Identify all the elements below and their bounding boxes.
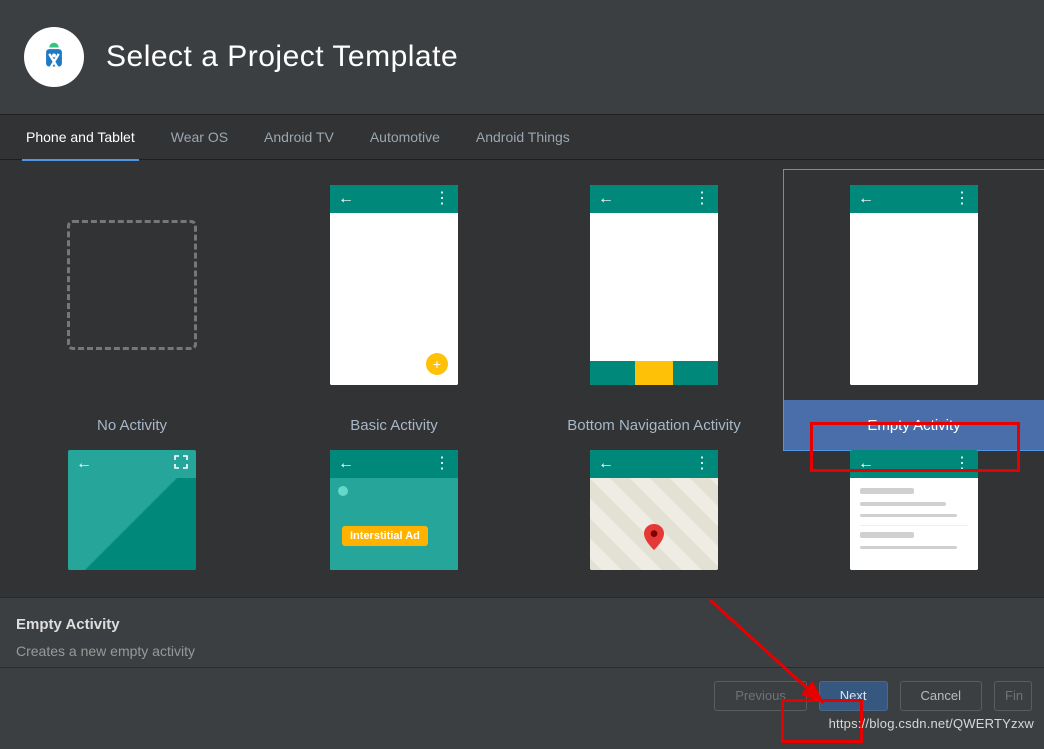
appbar: ← bbox=[68, 450, 196, 478]
template-gallery: No Activity ← ⋮ + Basic Activity bbox=[0, 160, 1044, 597]
phone-preview: ← bbox=[68, 450, 196, 570]
button-label: Next bbox=[840, 688, 867, 703]
template-thumb: ← ⋮ Interstitial Ad bbox=[264, 450, 524, 597]
template-fullscreen-activity[interactable]: ← bbox=[0, 450, 264, 597]
tab-label: Wear OS bbox=[171, 129, 228, 145]
appbar: ← ⋮ bbox=[850, 185, 978, 213]
description-subtitle: Creates a new empty activity bbox=[16, 643, 1028, 659]
back-arrow-icon: ← bbox=[598, 191, 614, 207]
tab-automotive[interactable]: Automotive bbox=[368, 114, 442, 160]
tab-wear-os[interactable]: Wear OS bbox=[169, 114, 230, 160]
template-empty-activity[interactable]: ← ⋮ Empty Activity bbox=[784, 170, 1044, 450]
finish-button[interactable]: Fin bbox=[994, 681, 1032, 711]
template-no-activity[interactable]: No Activity bbox=[0, 170, 264, 450]
description-title: Empty Activity bbox=[16, 616, 1028, 633]
template-thumb bbox=[0, 170, 264, 400]
overflow-icon: ⋮ bbox=[694, 191, 710, 207]
bottom-nav-bar bbox=[590, 361, 718, 385]
appbar: ← ⋮ bbox=[330, 185, 458, 213]
wizard-footer: Previous Next Cancel Fin bbox=[0, 667, 1044, 723]
tab-label: Android Things bbox=[476, 129, 570, 145]
phone-preview: ← ⋮ bbox=[590, 185, 718, 385]
template-caption: Basic Activity bbox=[264, 400, 524, 450]
template-admob-ads-activity[interactable]: ← ⋮ Interstitial Ad bbox=[264, 450, 524, 597]
phone-preview: ← ⋮ bbox=[850, 185, 978, 385]
back-arrow-icon: ← bbox=[338, 456, 354, 472]
tab-phone-tablet[interactable]: Phone and Tablet bbox=[24, 114, 137, 160]
map-pin-icon bbox=[644, 524, 664, 550]
template-thumb: ← ⋮ bbox=[524, 450, 784, 597]
appbar: ← ⋮ bbox=[330, 450, 458, 478]
page-title: Select a Project Template bbox=[106, 40, 458, 74]
template-thumb: ← ⋮ + bbox=[264, 170, 524, 400]
template-caption: Empty Activity bbox=[784, 400, 1044, 450]
template-thumb: ← bbox=[0, 450, 264, 597]
button-label: Fin bbox=[1005, 688, 1023, 703]
overflow-icon: ⋮ bbox=[434, 456, 450, 472]
fab-icon: + bbox=[426, 353, 448, 375]
back-arrow-icon: ← bbox=[338, 191, 354, 207]
appbar: ← ⋮ bbox=[850, 450, 978, 478]
template-basic-activity[interactable]: ← ⋮ + Basic Activity bbox=[264, 170, 524, 450]
next-button[interactable]: Next bbox=[819, 681, 888, 711]
android-studio-icon bbox=[35, 38, 73, 76]
template-thumb: ← ⋮ bbox=[784, 450, 1044, 597]
overflow-icon: ⋮ bbox=[954, 191, 970, 207]
phone-preview: ← ⋮ bbox=[590, 450, 718, 570]
back-arrow-icon: ← bbox=[76, 456, 92, 472]
overflow-icon: ⋮ bbox=[954, 456, 970, 472]
dashed-placeholder-icon bbox=[67, 220, 197, 350]
button-label: Previous bbox=[735, 688, 786, 703]
previous-button[interactable]: Previous bbox=[714, 681, 807, 711]
phone-preview: ← ⋮ + bbox=[330, 185, 458, 385]
button-label: Cancel bbox=[921, 688, 961, 703]
template-description: Empty Activity Creates a new empty activ… bbox=[0, 597, 1044, 667]
tab-android-tv[interactable]: Android TV bbox=[262, 114, 336, 160]
status-dot-icon bbox=[338, 486, 348, 496]
phone-preview: ← ⋮ Interstitial Ad bbox=[330, 450, 458, 570]
template-google-maps-activity[interactable]: ← ⋮ bbox=[524, 450, 784, 597]
template-thumb: ← ⋮ bbox=[524, 170, 784, 400]
template-thumb: ← ⋮ bbox=[784, 170, 1044, 400]
tab-label: Phone and Tablet bbox=[26, 129, 135, 145]
watermark: https://blog.csdn.net/QWERTYzxw bbox=[829, 716, 1034, 731]
tab-label: Android TV bbox=[264, 129, 334, 145]
tab-android-things[interactable]: Android Things bbox=[474, 114, 572, 160]
phone-preview: ← ⋮ bbox=[850, 450, 978, 570]
template-primary-detail-activity[interactable]: ← ⋮ bbox=[784, 450, 1044, 597]
appbar: ← ⋮ bbox=[590, 450, 718, 478]
appbar: ← ⋮ bbox=[590, 185, 718, 213]
android-studio-logo bbox=[24, 27, 84, 87]
fullscreen-icon bbox=[174, 455, 188, 474]
back-arrow-icon: ← bbox=[858, 191, 874, 207]
back-arrow-icon: ← bbox=[598, 456, 614, 472]
cancel-button[interactable]: Cancel bbox=[900, 681, 982, 711]
template-caption: Bottom Navigation Activity bbox=[524, 400, 784, 450]
back-arrow-icon: ← bbox=[858, 456, 874, 472]
overflow-icon: ⋮ bbox=[434, 191, 450, 207]
overflow-icon: ⋮ bbox=[694, 456, 710, 472]
interstitial-ad-chip: Interstitial Ad bbox=[342, 526, 428, 546]
wizard-header: Select a Project Template bbox=[0, 0, 1044, 114]
template-bottom-navigation-activity[interactable]: ← ⋮ Bottom Navigation Activity bbox=[524, 170, 784, 450]
form-factor-tabs: Phone and Tablet Wear OS Android TV Auto… bbox=[0, 114, 1044, 160]
tab-label: Automotive bbox=[370, 129, 440, 145]
template-caption: No Activity bbox=[0, 400, 264, 450]
